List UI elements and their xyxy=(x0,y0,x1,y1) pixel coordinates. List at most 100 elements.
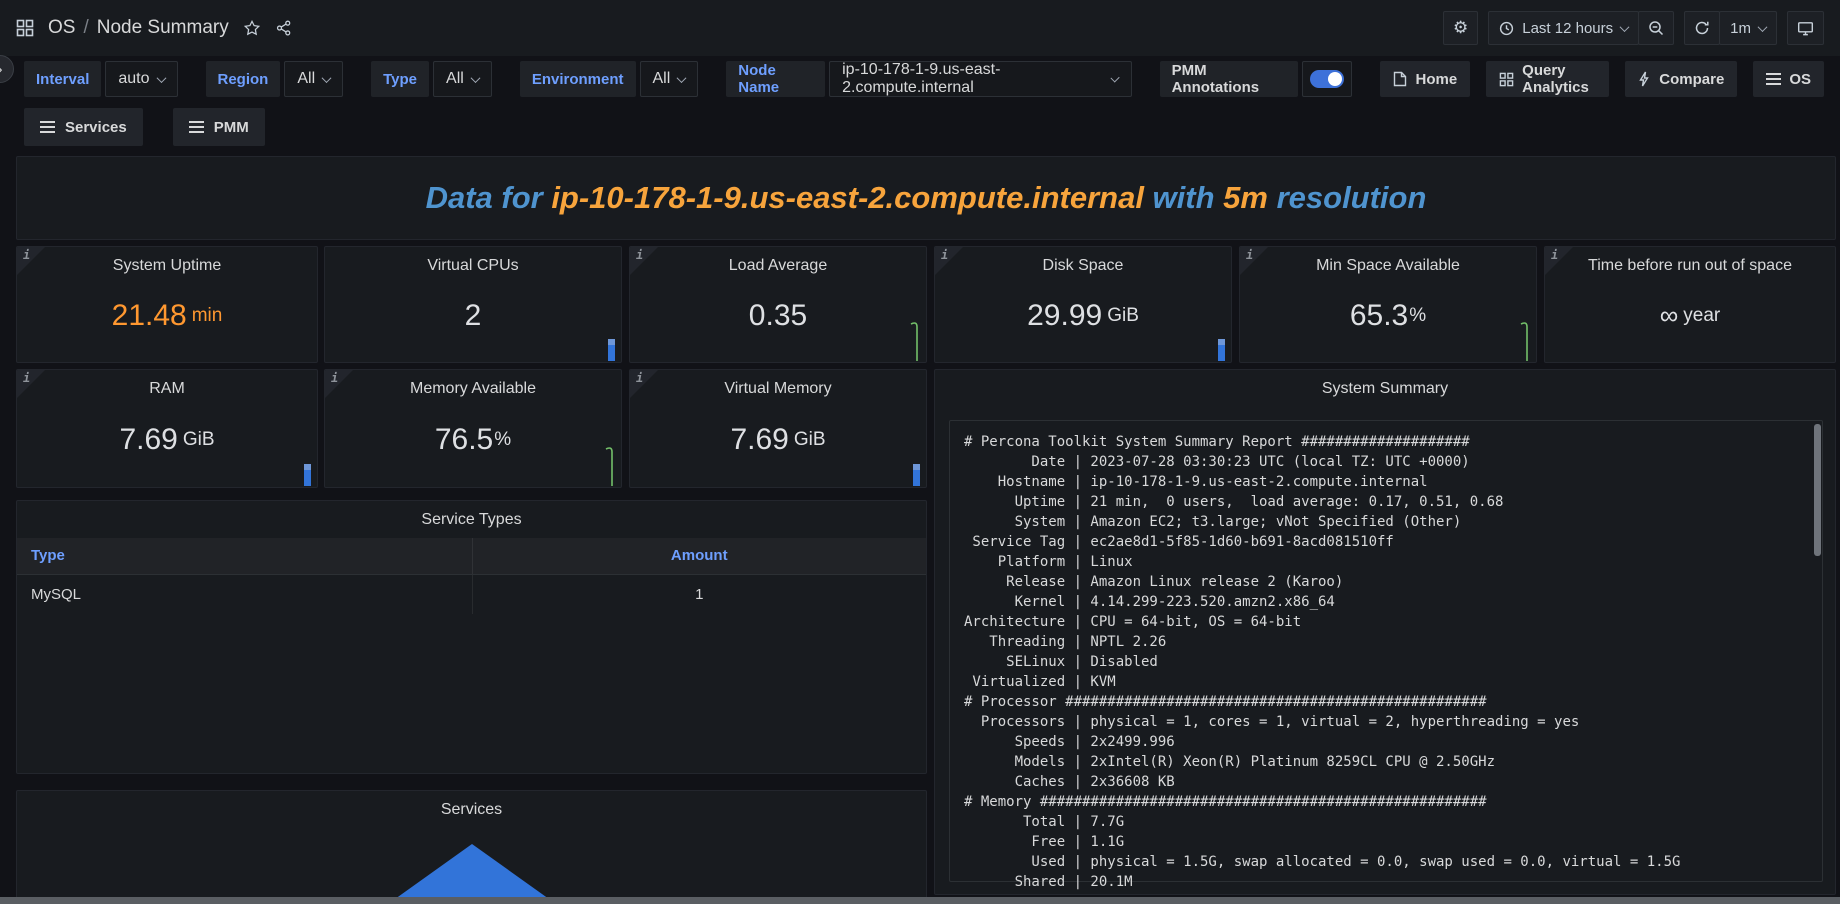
info-icon[interactable]: i xyxy=(630,370,658,398)
time-range-picker[interactable]: Last 12 hours xyxy=(1488,11,1639,45)
interval-value: auto xyxy=(118,70,149,88)
info-icon[interactable]: i xyxy=(325,370,353,398)
banner-resolution-value: 5m xyxy=(1223,180,1268,215)
info-letter: i xyxy=(1246,248,1253,262)
service-types-table: Type Amount MySQL 1 xyxy=(17,538,926,614)
panel-title[interactable]: Service Types xyxy=(17,501,926,529)
environment-select[interactable]: All xyxy=(640,61,699,97)
chevron-down-icon xyxy=(470,73,480,83)
banner-segment: with xyxy=(1144,180,1223,215)
banner-hostname: ip-10-178-1-9.us-east-2.compute.internal xyxy=(551,180,1144,215)
stat-panel-disk-space: i Disk Space 29.99GiB xyxy=(934,246,1232,363)
sparkline-bar xyxy=(304,464,311,486)
pmm-annotations-label: PMM Annotations xyxy=(1160,61,1298,97)
info-icon[interactable]: i xyxy=(17,370,45,398)
info-icon[interactable]: i xyxy=(1545,247,1573,275)
dashboard-page: OS / Node Summary ⚙ xyxy=(0,0,1840,904)
stat-unit: year xyxy=(1683,305,1720,327)
stat-value: ∞ xyxy=(1660,300,1679,331)
breadcrumb-separator: / xyxy=(83,17,88,39)
system-summary-report: # Percona Toolkit System Summary Report … xyxy=(950,421,1822,892)
panel-title[interactable]: Virtual CPUs xyxy=(325,247,621,275)
stat-value: 76.5 xyxy=(435,423,493,457)
node-name-value: ip-10-178-1-9.us-east-2.compute.internal xyxy=(842,61,1104,97)
home-button[interactable]: Home xyxy=(1380,61,1470,97)
filter-environment: Environment All xyxy=(520,61,698,97)
zoom-out-icon xyxy=(1648,20,1664,36)
compare-button[interactable]: Compare xyxy=(1625,61,1737,97)
service-types-panel: Service Types Type Amount MySQL 1 xyxy=(16,500,927,774)
filter-toolbar: Interval auto Region All Type All Enviro… xyxy=(0,58,1840,100)
os-menu-button[interactable]: OS xyxy=(1753,61,1824,97)
panel-title[interactable]: Memory Available xyxy=(325,370,621,398)
horizontal-scrollbar[interactable] xyxy=(0,897,1840,904)
panel-title[interactable]: Load Average xyxy=(630,247,926,275)
refresh-interval-picker[interactable]: 1m xyxy=(1719,11,1777,45)
query-analytics-button[interactable]: Query Analytics xyxy=(1486,61,1609,97)
chevron-down-icon xyxy=(322,73,332,83)
monitor-icon xyxy=(1797,20,1814,37)
pie-chart-slice[interactable] xyxy=(388,844,556,904)
filter-node-name: Node Name ip-10-178-1-9.us-east-2.comput… xyxy=(726,61,1131,97)
column-header-amount[interactable]: Amount xyxy=(472,538,926,574)
time-range-label: Last 12 hours xyxy=(1522,20,1613,37)
node-name-select[interactable]: ip-10-178-1-9.us-east-2.compute.internal xyxy=(829,61,1131,97)
chevron-down-icon xyxy=(1758,22,1768,32)
info-letter: i xyxy=(1551,248,1558,262)
panel-title[interactable]: System Summary xyxy=(935,370,1835,398)
stat-value: 2 xyxy=(465,299,482,333)
panel-title[interactable]: System Uptime xyxy=(17,247,317,275)
stat-panel-memory-available: i Memory Available 76.5% xyxy=(324,369,622,488)
pmm-annotations-toggle[interactable] xyxy=(1302,61,1353,97)
refresh-interval-label: 1m xyxy=(1730,20,1751,37)
menu-bars-icon xyxy=(189,126,204,128)
refresh-button[interactable] xyxy=(1684,11,1720,45)
compare-label: Compare xyxy=(1659,71,1724,88)
panel-title[interactable]: Min Space Available xyxy=(1240,247,1536,275)
star-icon[interactable] xyxy=(243,19,261,37)
panel-title[interactable]: Services xyxy=(17,791,926,819)
region-label: Region xyxy=(206,61,281,97)
cell-amount: 1 xyxy=(472,574,926,614)
table-row: MySQL 1 xyxy=(17,574,926,614)
banner-text: Data for ip-10-178-1-9.us-east-2.compute… xyxy=(426,180,1427,216)
breadcrumb-page[interactable]: Node Summary xyxy=(97,17,229,39)
vertical-scrollbar-thumb[interactable] xyxy=(1814,424,1821,556)
type-select[interactable]: All xyxy=(433,61,492,97)
kiosk-mode-button[interactable] xyxy=(1787,11,1824,45)
pmm-menu-label: PMM xyxy=(214,119,249,136)
share-icon[interactable] xyxy=(275,19,293,37)
dashboard-settings-button[interactable]: ⚙ xyxy=(1443,11,1478,45)
breadcrumb: OS / Node Summary xyxy=(48,17,229,39)
services-menu-button[interactable]: Services xyxy=(24,108,143,146)
panel-title[interactable]: RAM xyxy=(17,370,317,398)
panel-title[interactable]: Virtual Memory xyxy=(630,370,926,398)
info-icon[interactable]: i xyxy=(17,247,45,275)
info-icon[interactable]: i xyxy=(935,247,963,275)
stat-panel-min-space-available: i Min Space Available 65.3% xyxy=(1239,246,1537,363)
region-select[interactable]: All xyxy=(284,61,343,97)
top-nav: OS / Node Summary ⚙ xyxy=(0,0,1840,56)
sparkline-graph xyxy=(603,444,617,486)
info-icon[interactable]: i xyxy=(1240,247,1268,275)
sparkline-graph xyxy=(1518,319,1532,361)
chevron-down-icon xyxy=(677,73,687,83)
info-icon[interactable]: i xyxy=(630,247,658,275)
panel-title[interactable]: Disk Space xyxy=(935,247,1231,275)
system-summary-report-box: # Percona Toolkit System Summary Report … xyxy=(949,420,1823,882)
stat-value: 0.35 xyxy=(749,299,807,333)
column-header-type[interactable]: Type xyxy=(17,538,472,574)
dashboard-links-row: Services PMM xyxy=(0,108,265,146)
pmm-menu-button[interactable]: PMM xyxy=(173,108,265,146)
breadcrumb-app[interactable]: OS xyxy=(48,17,75,39)
environment-value: All xyxy=(653,70,671,88)
apps-grid-icon[interactable] xyxy=(16,19,34,37)
zoom-out-time-button[interactable] xyxy=(1638,11,1674,45)
banner-segment: Data for xyxy=(426,180,552,215)
stat-value: 29.99 xyxy=(1027,299,1102,333)
stat-panel-virtual-cpus: Virtual CPUs 2 xyxy=(324,246,622,363)
sparkline-bar xyxy=(608,339,615,361)
panel-title[interactable]: Time before run out of space xyxy=(1545,247,1835,275)
interval-select[interactable]: auto xyxy=(105,61,177,97)
query-analytics-label: Query Analytics xyxy=(1522,62,1596,96)
